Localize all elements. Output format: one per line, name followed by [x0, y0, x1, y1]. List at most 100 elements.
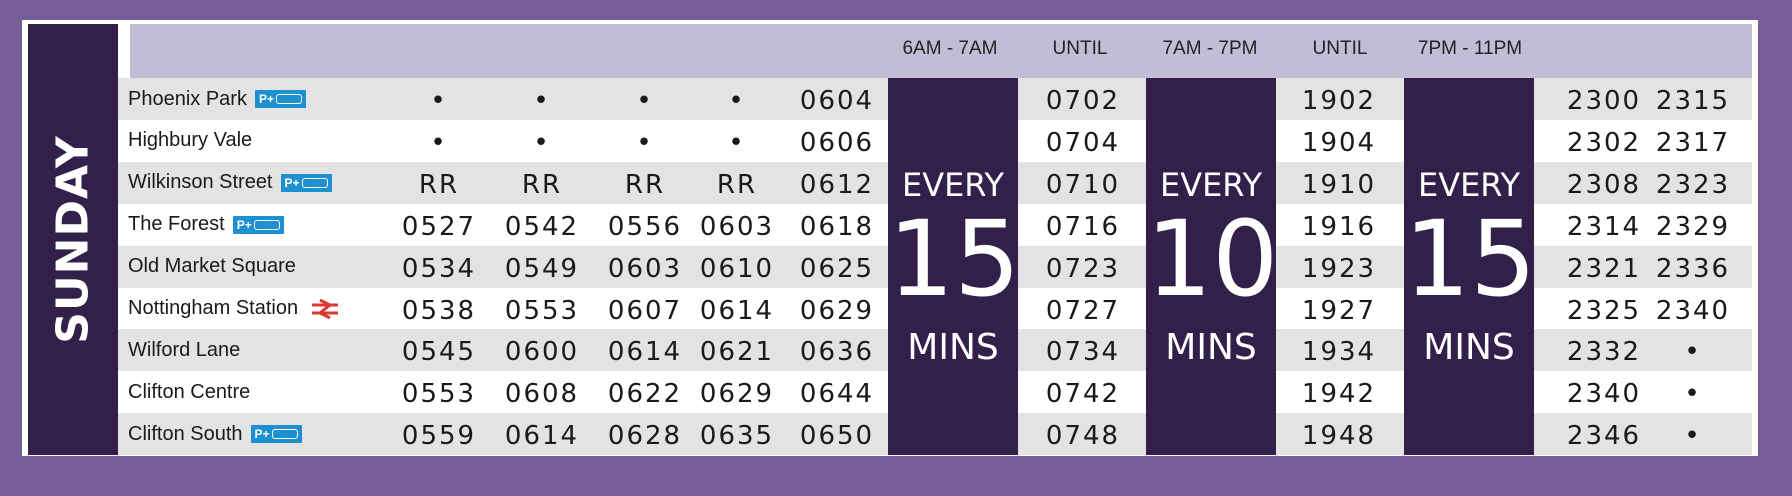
- time-cell: 0734: [1045, 337, 1121, 368]
- tram-icon: [253, 219, 280, 230]
- time-cell: 0704: [1045, 127, 1121, 158]
- park-ride-icon: P+: [280, 173, 332, 192]
- time-cell: •: [728, 127, 746, 158]
- tram-icon: [275, 94, 302, 104]
- time-cell: 2329: [1655, 211, 1731, 242]
- time-cell: 2317: [1655, 127, 1731, 158]
- time-cell: 2346: [1566, 421, 1642, 452]
- time-cell: 0621: [699, 337, 775, 368]
- time-cell: •: [430, 127, 448, 158]
- time-cell: 2336: [1655, 253, 1731, 284]
- time-cell: 0603: [607, 253, 683, 284]
- time-cell: •: [533, 127, 551, 158]
- time-cell: 0534: [401, 253, 477, 284]
- time-cell: 0606: [799, 127, 875, 158]
- time-cell: 1927: [1301, 295, 1377, 326]
- time-cell: 1910: [1301, 169, 1377, 200]
- time-cell: 0614: [607, 337, 683, 368]
- time-cell: 0556: [607, 211, 683, 242]
- time-cell: •: [1684, 379, 1702, 410]
- time-cell: •: [636, 127, 654, 158]
- time-cell: 1916: [1301, 211, 1377, 242]
- time-cell: 2332: [1566, 337, 1642, 368]
- stop-name-cell: Old Market Square: [128, 246, 296, 288]
- header-6am-7am: 6AM - 7AM: [902, 38, 998, 59]
- park-ride-label: P+: [254, 427, 270, 442]
- time-cell: 0618: [799, 211, 875, 242]
- time-cell: 1902: [1301, 86, 1377, 116]
- stop-name: Nottingham Station: [128, 297, 299, 319]
- time-cell: 2321: [1566, 253, 1642, 284]
- time-cell: RR: [624, 169, 666, 200]
- time-cell: 0716: [1045, 211, 1121, 242]
- stop-name-cell: Clifton South P+: [128, 413, 302, 455]
- stop-name-cell: Highbury Vale: [128, 120, 252, 162]
- stop-name-cell: The Forest P+: [128, 204, 284, 246]
- time-cell: •: [1684, 337, 1702, 368]
- frequency-number-3: 15: [1404, 198, 1537, 320]
- mins-label-2: MINS: [1165, 327, 1257, 368]
- time-cell: 2315: [1655, 86, 1731, 116]
- time-cell: 0629: [799, 295, 875, 326]
- time-cell: 0628: [607, 421, 683, 452]
- park-ride-label: P+: [258, 92, 274, 106]
- time-cell: 0748: [1045, 421, 1121, 452]
- time-cell: 0650: [799, 421, 875, 452]
- national-rail-icon: [312, 298, 339, 319]
- time-cell: 1904: [1301, 127, 1377, 158]
- stop-name: Old Market Square: [128, 255, 296, 278]
- time-cell: •: [533, 86, 551, 116]
- time-cell: 2340: [1655, 295, 1731, 326]
- time-cell: 0614: [504, 421, 580, 452]
- time-cell: 0545: [401, 337, 477, 368]
- time-cell: 0600: [504, 337, 580, 368]
- time-cell: 0604: [799, 86, 875, 116]
- time-cell: 0538: [401, 295, 477, 326]
- frequency-number-1: 15: [888, 198, 1021, 320]
- time-cell: 0644: [799, 379, 875, 410]
- header-7pm-11pm: 7PM - 11PM: [1417, 38, 1523, 59]
- park-ride-icon: P+: [254, 90, 306, 108]
- time-cell: 0636: [799, 337, 875, 368]
- time-cell: •: [636, 86, 654, 116]
- park-ride-label: P+: [236, 217, 252, 232]
- header-7am-7pm: 7AM - 7PM: [1162, 38, 1258, 59]
- mins-label-3: MINS: [1423, 327, 1515, 368]
- time-cell: 0553: [401, 379, 477, 410]
- time-cell: 1942: [1301, 379, 1377, 410]
- stop-name-cell: Clifton Centre: [128, 371, 250, 413]
- time-cell: 2314: [1566, 211, 1642, 242]
- time-cell: 0622: [607, 379, 683, 410]
- time-cell: 2325: [1566, 295, 1642, 326]
- time-cell: 0614: [699, 295, 775, 326]
- time-cell: 0625: [799, 253, 875, 284]
- time-cell: 0710: [1045, 169, 1121, 200]
- time-cell: 0635: [699, 421, 775, 452]
- stop-name-cell: Phoenix Park P+: [128, 78, 306, 120]
- time-cell: 0629: [699, 379, 775, 410]
- time-cell: 1934: [1301, 337, 1377, 368]
- stop-name: Phoenix Park: [128, 87, 247, 110]
- time-cell: 0549: [504, 253, 580, 284]
- time-cell: RR: [521, 169, 563, 200]
- time-cell: 0612: [799, 169, 875, 200]
- time-cell: RR: [716, 169, 758, 200]
- mins-label-1: MINS: [907, 327, 999, 368]
- time-cell: 1923: [1301, 253, 1377, 284]
- stop-name: Clifton South: [128, 422, 243, 445]
- tram-icon: [271, 429, 298, 440]
- time-cell: •: [1684, 421, 1702, 452]
- time-cell: 0603: [699, 211, 775, 242]
- stop-name: Highbury Vale: [128, 129, 253, 152]
- stop-name-cell: Nottingham Station: [128, 288, 340, 330]
- time-cell: 0727: [1045, 295, 1121, 326]
- stop-name: Wilkinson Street: [128, 171, 273, 194]
- time-cell: •: [430, 86, 448, 116]
- time-cell: •: [728, 86, 746, 116]
- time-cell: 0559: [401, 421, 477, 452]
- time-cell: 2308: [1566, 169, 1642, 200]
- time-cell: 2300: [1566, 86, 1642, 116]
- tram-icon: [301, 177, 328, 188]
- park-ride-label: P+: [284, 175, 300, 190]
- stop-name: Wilford Lane: [128, 338, 241, 361]
